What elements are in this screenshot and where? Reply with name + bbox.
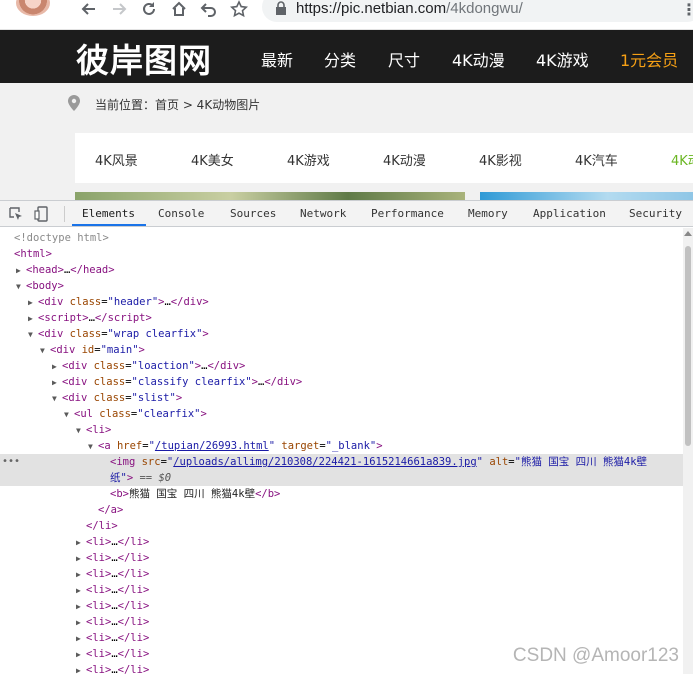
thumbnail-image[interactable] (75, 192, 465, 200)
tree-node-li-collapsed[interactable]: ▶ <li>…</li> (0, 614, 683, 630)
category-landscape[interactable]: 4K风景 (95, 150, 138, 169)
forward-icon[interactable] (108, 0, 130, 18)
category-anime[interactable]: 4K动漫 (383, 150, 426, 169)
tree-node-li-open[interactable]: ▼ <li> (0, 422, 683, 438)
tree-node-li-collapsed[interactable]: ▶ <li>…</li> (0, 550, 683, 566)
tab-elements[interactable]: Elements (82, 207, 135, 220)
tree-node-li-collapsed[interactable]: ▶ <li>…</li> (0, 598, 683, 614)
site-logo[interactable]: 彼岸图网 (76, 34, 212, 82)
devtools-panel: Elements Console Sources Network Perform… (0, 200, 693, 674)
device-toolbar-icon[interactable] (34, 206, 50, 222)
toolbar-divider (64, 206, 65, 222)
nav-4k-anime[interactable]: 4K动漫 (452, 47, 505, 71)
nav-4k-game[interactable]: 4K游戏 (536, 47, 589, 71)
tree-node-loaction-div[interactable]: ▶ <div class="loaction">…</div> (0, 358, 683, 374)
tree-node-li-collapsed[interactable]: ▶ <li>…</li> (0, 534, 683, 550)
tree-node-body[interactable]: ▼ <body> (0, 278, 683, 294)
nav-category[interactable]: 分类 (324, 47, 356, 71)
address-url[interactable]: https://pic.netbian.com/4kdongwu/ (296, 0, 523, 17)
tree-node-header-div[interactable]: ▶ <div class="header">…</div> (0, 294, 683, 310)
tree-node-classify-div[interactable]: ▶ <div class="classify clearfix">…</div> (0, 374, 683, 390)
tree-node-li-collapsed[interactable]: ▶ <li>…</li> (0, 566, 683, 582)
tab-network[interactable]: Network (300, 207, 346, 220)
node-actions-icon[interactable]: ••• (2, 454, 20, 470)
tree-node-wrap-div[interactable]: ▼ <div class="wrap clearfix"> (0, 326, 683, 342)
category-game[interactable]: 4K游戏 (287, 150, 330, 169)
category-car[interactable]: 4K汽车 (575, 150, 618, 169)
inspect-element-icon[interactable] (8, 206, 24, 222)
tree-node-ul[interactable]: ▼ <ul class="clearfix"> (0, 406, 683, 422)
dom-tree: <!doctype html> <html> ▶ <head>…</head> ▼… (0, 228, 683, 674)
scrollbar-thumb[interactable] (685, 246, 691, 446)
tree-node-li-collapsed[interactable]: ▶ <li>…</li> (0, 630, 683, 646)
tree-node-bold[interactable]: <b>熊猫 国宝 四川 熊猫4k壁</b> (0, 486, 683, 502)
location-pin-icon (68, 95, 80, 111)
tree-node-doctype[interactable]: <!doctype html> (0, 230, 683, 246)
category-beauty[interactable]: 4K美女 (191, 150, 234, 169)
reload-icon[interactable] (138, 0, 160, 18)
active-tab-indicator (72, 224, 146, 226)
nav-latest[interactable]: 最新 (261, 47, 293, 71)
tab-application[interactable]: Application (533, 207, 606, 220)
tab-performance[interactable]: Performance (371, 207, 444, 220)
tree-node-anchor-close[interactable]: </a> (0, 502, 683, 518)
category-animal[interactable]: 4K动 (671, 150, 693, 169)
tree-node-head[interactable]: ▶ <head>…</head> (0, 262, 683, 278)
nav-size[interactable]: 尺寸 (388, 47, 420, 71)
tab-console[interactable]: Console (158, 207, 204, 220)
back-icon[interactable] (78, 0, 100, 18)
tree-node-li-close[interactable]: </li> (0, 518, 683, 534)
scrollbar[interactable] (683, 228, 693, 674)
tree-node-script[interactable]: ▶ <script>…</script> (0, 310, 683, 326)
tree-node-html[interactable]: <html> (0, 246, 683, 262)
breadcrumb: 当前位置：首页 > 4K动物图片 (95, 98, 261, 112)
site-header: 彼岸图网 最新 分类 尺寸 4K动漫 4K游戏 1元会员 (0, 30, 693, 83)
category-film[interactable]: 4K影视 (479, 150, 522, 169)
bookmark-star-icon[interactable] (228, 0, 250, 18)
tree-node-slist-div[interactable]: ▼ <div class="slist"> (0, 390, 683, 406)
tab-sources[interactable]: Sources (230, 207, 276, 220)
thumbnail-image[interactable] (480, 192, 693, 200)
tree-node-li-collapsed[interactable]: ▶ <li>…</li> (0, 582, 683, 598)
scroll-up-arrow-icon[interactable] (684, 231, 692, 236)
undo-icon[interactable] (198, 0, 220, 18)
tab-security[interactable]: Security (629, 207, 682, 220)
tree-node-main-div[interactable]: ▼ <div id="main"> (0, 342, 683, 358)
browser-toolbar: https://pic.netbian.com/4kdongwu/ ⋮ (0, 0, 693, 30)
category-bar: 4K风景 4K美女 4K游戏 4K动漫 4K影视 4K汽车 4K动 (75, 133, 693, 183)
tab-memory[interactable]: Memory (468, 207, 508, 220)
tree-node-img-selected[interactable]: ••• <img src="/uploads/allimg/210308/224… (0, 454, 683, 486)
tree-node-anchor[interactable]: ▼ <a href="/tupian/26993.html" target="_b… (0, 438, 683, 454)
lock-icon (276, 1, 286, 15)
home-icon[interactable] (168, 0, 190, 18)
nav-vip[interactable]: 1元会员 (620, 47, 678, 71)
devtools-tab-bar: Elements Console Sources Network Perform… (0, 201, 693, 227)
profile-avatar[interactable] (16, 0, 50, 16)
watermark: CSDN @Amoor123 (512, 645, 679, 666)
more-menu-icon[interactable]: ⋮ (681, 0, 693, 19)
